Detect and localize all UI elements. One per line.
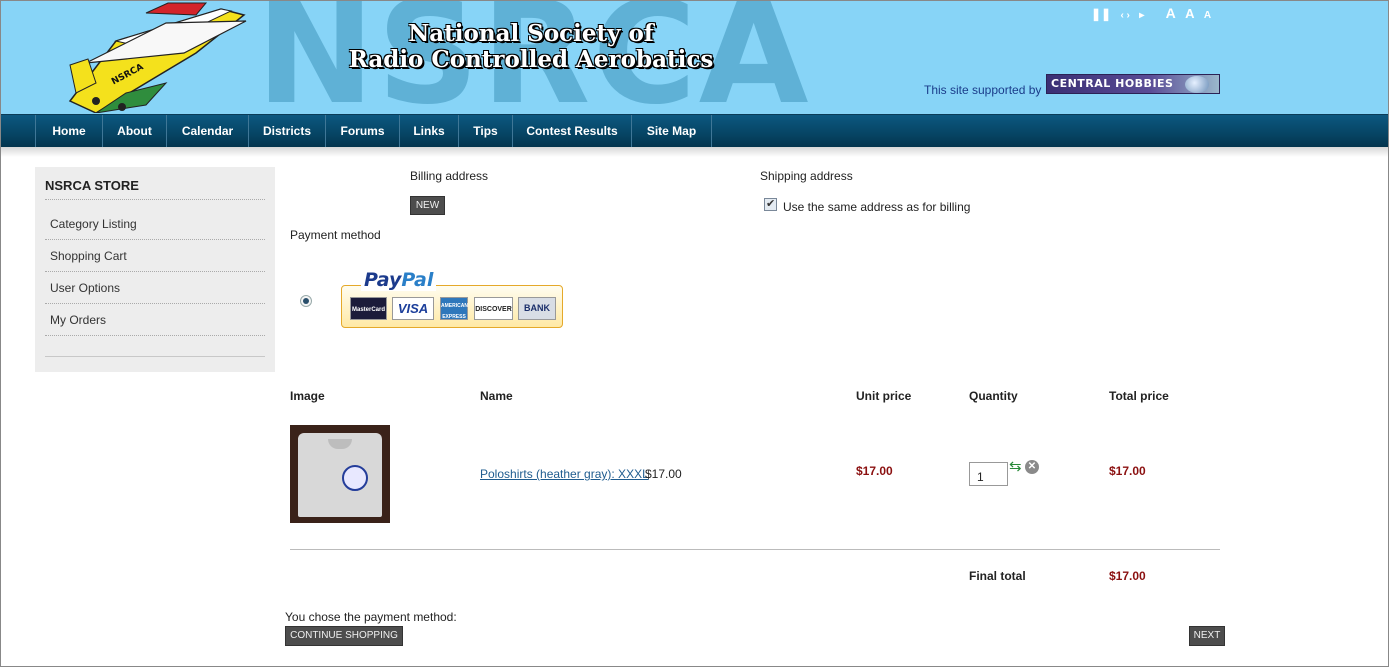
- discover-icon: DISCOVER: [474, 297, 513, 320]
- product-image[interactable]: [290, 425, 390, 523]
- main-nav: Home About Calendar Districts Forums Lin…: [1, 114, 1388, 148]
- sidebar-divider: [45, 271, 265, 272]
- nav-divider: [711, 115, 712, 147]
- nav-tips[interactable]: Tips: [458, 115, 512, 147]
- payment-method-label: Payment method: [290, 228, 381, 242]
- sidebar-divider: [45, 239, 265, 240]
- shipping-address-label: Shipping address: [760, 169, 853, 183]
- accessibility-tools: ❚❚ ‹ › ▸ A A A: [1091, 5, 1217, 21]
- amex-label: AMERICAN EXPRESS: [441, 303, 468, 320]
- nav-calendar[interactable]: Calendar: [166, 115, 248, 147]
- sidebar-item-user-options[interactable]: User Options: [50, 281, 120, 295]
- col-name: Name: [480, 389, 513, 403]
- visa-label: VISA: [397, 301, 429, 316]
- next-button[interactable]: NEXT: [1189, 626, 1225, 646]
- shirt-emblem: [342, 465, 368, 491]
- font-decrease-icon[interactable]: A: [1204, 10, 1211, 21]
- sponsor-logo-text: CENTRAL HOBBIES: [1051, 77, 1174, 90]
- mastercard-label: MasterCard: [351, 307, 385, 313]
- nav-about[interactable]: About: [102, 115, 166, 147]
- new-address-button[interactable]: NEW: [410, 196, 445, 215]
- col-image: Image: [290, 389, 325, 403]
- nav-districts[interactable]: Districts: [248, 115, 325, 147]
- discover-label: DISCOVER: [475, 306, 512, 313]
- nav-contest-results[interactable]: Contest Results: [512, 115, 631, 147]
- paypal-logo: PayPal: [361, 269, 437, 291]
- sidebar-divider: [45, 335, 265, 336]
- sponsor-logo[interactable]: CENTRAL HOBBIES: [1046, 74, 1220, 94]
- nav-links[interactable]: Links: [399, 115, 458, 147]
- col-quantity: Quantity: [969, 389, 1018, 403]
- amex-icon: AMERICAN EXPRESS: [440, 297, 468, 320]
- same-address-checkbox[interactable]: [764, 197, 777, 211]
- refresh-icon[interactable]: ⇆: [1009, 459, 1024, 475]
- sponsor-text: This site supported by: [924, 83, 1042, 97]
- final-total-label: Final total: [969, 569, 1026, 583]
- total-price: $17.00: [1109, 464, 1146, 478]
- same-address-label: Use the same address as for billing: [783, 200, 971, 214]
- visa-icon: VISA: [392, 297, 434, 320]
- font-reset-icon[interactable]: A: [1185, 6, 1194, 21]
- sidebar-item-my-orders[interactable]: My Orders: [50, 313, 106, 327]
- site-title: National Society of Radio Controlled Aer…: [301, 21, 761, 73]
- nav-shadow: [1, 147, 1388, 157]
- final-total: $17.00: [1109, 569, 1146, 583]
- site-title-line1: National Society of: [408, 20, 654, 47]
- totals-divider: [290, 549, 1220, 550]
- site-header: NSRCA NSRCA National Society of Radio Co…: [1, 1, 1388, 114]
- prev-next-icon[interactable]: ‹ ›: [1120, 10, 1129, 21]
- col-unit-price: Unit price: [856, 389, 912, 403]
- product-link[interactable]: Poloshirts (heather gray): XXXL: [480, 467, 649, 481]
- paypal-radio[interactable]: [300, 295, 312, 307]
- sidebar-item-shopping-cart[interactable]: Shopping Cart: [50, 249, 127, 263]
- col-total-price: Total price: [1109, 389, 1169, 403]
- sidebar-bottom-rule: [45, 356, 265, 357]
- sidebar-divider: [45, 199, 265, 200]
- font-increase-icon[interactable]: A: [1166, 5, 1176, 21]
- remove-icon[interactable]: ✕: [1025, 460, 1039, 474]
- sidebar-divider: [45, 303, 265, 304]
- chosen-method-text: You chose the payment method:: [285, 610, 457, 624]
- sidebar-item-category-listing[interactable]: Category Listing: [50, 217, 137, 231]
- nav-site-map[interactable]: Site Map: [631, 115, 711, 147]
- quantity-input[interactable]: [969, 462, 1008, 486]
- bank-label: BANK: [524, 303, 550, 313]
- plane-logo-icon[interactable]: NSRCA: [56, 1, 256, 113]
- next-icon[interactable]: ▸: [1139, 10, 1144, 21]
- store-sidebar: NSRCA STORE Category Listing Shopping Ca…: [35, 167, 275, 372]
- paypal-word-pal: Pal: [401, 269, 434, 291]
- product-inline-price: $17.00: [645, 467, 682, 481]
- mastercard-icon: MasterCard: [350, 297, 387, 320]
- pause-icon[interactable]: ❚❚: [1091, 7, 1111, 21]
- nav-home[interactable]: Home: [35, 115, 102, 147]
- unit-price: $17.00: [856, 464, 893, 478]
- continue-shopping-button[interactable]: CONTINUE SHOPPING: [285, 626, 403, 646]
- globe-icon: [1185, 76, 1209, 93]
- site-title-line2: Radio Controlled Aerobatics: [348, 46, 714, 73]
- billing-address-label: Billing address: [410, 169, 489, 183]
- store-title: NSRCA STORE: [45, 178, 139, 193]
- paypal-word-pay: Pay: [364, 269, 402, 291]
- nav-forums[interactable]: Forums: [325, 115, 399, 147]
- bank-icon: BANK: [518, 297, 556, 320]
